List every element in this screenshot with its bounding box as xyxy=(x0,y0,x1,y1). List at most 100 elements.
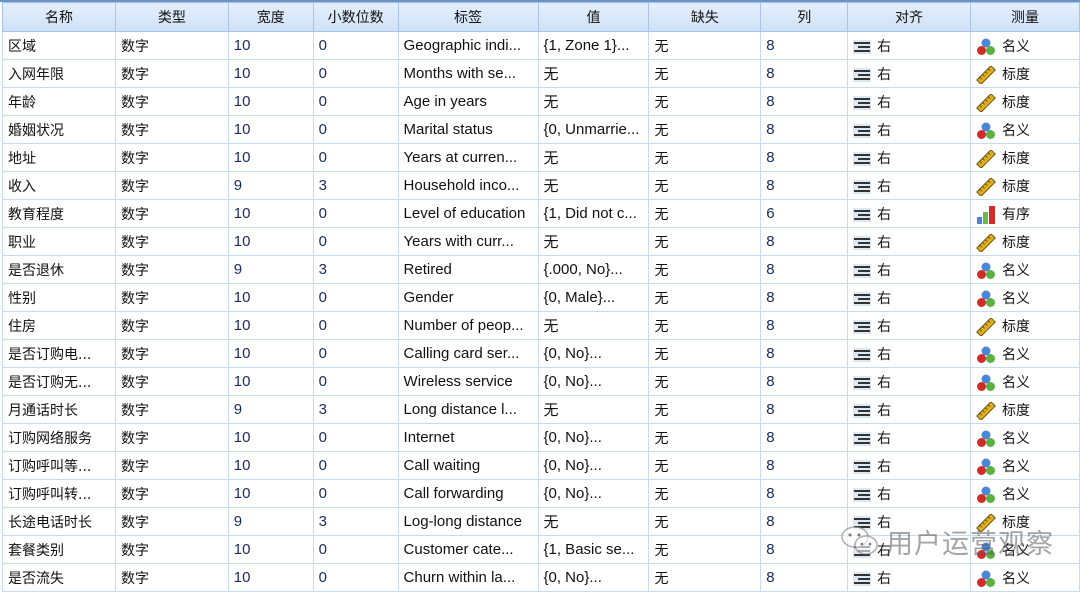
cell-measure[interactable]: 标度 xyxy=(970,227,1080,256)
cell-measure[interactable]: 有序 xyxy=(970,199,1080,228)
cell-type[interactable]: 数字 xyxy=(114,339,229,368)
cell-type[interactable]: 数字 xyxy=(114,423,229,452)
cell-align[interactable]: 右 xyxy=(847,339,971,368)
cell-align[interactable]: 右 xyxy=(847,255,971,284)
cell-name[interactable]: 入网年限 xyxy=(2,59,116,88)
cell-label[interactable]: Call forwarding xyxy=(397,479,539,508)
cell-values[interactable]: 无 xyxy=(537,311,650,340)
cell-measure[interactable]: 名义 xyxy=(970,31,1080,60)
cell-decimals[interactable]: 0 xyxy=(312,535,399,564)
cell-decimals[interactable]: 0 xyxy=(312,199,399,228)
cell-width[interactable]: 10 xyxy=(227,479,314,508)
cell-values[interactable]: {1, Zone 1}... xyxy=(537,31,650,60)
cell-decimals[interactable]: 0 xyxy=(312,31,399,60)
cell-missing[interactable]: 无 xyxy=(648,31,762,60)
cell-type[interactable]: 数字 xyxy=(114,31,229,60)
cell-columns[interactable]: 8 xyxy=(760,563,849,592)
cell-values[interactable]: {0, No}... xyxy=(537,423,650,452)
cell-name[interactable]: 住房 xyxy=(2,311,116,340)
cell-values[interactable]: 无 xyxy=(537,227,650,256)
header-missing[interactable]: 缺失 xyxy=(648,2,762,32)
cell-label[interactable]: Wireless service xyxy=(397,367,539,396)
cell-width[interactable]: 9 xyxy=(227,171,314,200)
cell-decimals[interactable]: 0 xyxy=(312,339,399,368)
cell-align[interactable]: 右 xyxy=(847,171,971,200)
cell-values[interactable]: 无 xyxy=(537,171,650,200)
header-name[interactable]: 名称 xyxy=(2,2,116,32)
cell-width[interactable]: 10 xyxy=(227,87,314,116)
cell-name[interactable]: 长途电话时长 xyxy=(2,507,116,536)
cell-name[interactable]: 年龄 xyxy=(2,87,116,116)
cell-columns[interactable]: 8 xyxy=(760,143,849,172)
cell-label[interactable]: Churn within la... xyxy=(397,563,539,592)
cell-name[interactable]: 订购网络服务 xyxy=(2,423,116,452)
cell-decimals[interactable]: 0 xyxy=(312,311,399,340)
cell-name[interactable]: 订购呼叫等... xyxy=(2,451,116,480)
cell-width[interactable]: 10 xyxy=(227,199,314,228)
cell-decimals[interactable]: 3 xyxy=(312,255,399,284)
cell-label[interactable]: Number of peop... xyxy=(397,311,539,340)
cell-width[interactable]: 10 xyxy=(227,31,314,60)
cell-align[interactable]: 右 xyxy=(847,479,971,508)
cell-label[interactable]: Geographic indi... xyxy=(397,31,539,60)
cell-label[interactable]: Long distance l... xyxy=(397,395,539,424)
cell-missing[interactable]: 无 xyxy=(648,87,762,116)
cell-values[interactable]: 无 xyxy=(537,395,650,424)
cell-decimals[interactable]: 0 xyxy=(312,87,399,116)
cell-values[interactable]: {0, Male}... xyxy=(537,283,650,312)
cell-align[interactable]: 右 xyxy=(847,143,971,172)
cell-missing[interactable]: 无 xyxy=(648,171,762,200)
header-align[interactable]: 对齐 xyxy=(847,2,971,32)
cell-width[interactable]: 10 xyxy=(227,423,314,452)
cell-width[interactable]: 10 xyxy=(227,143,314,172)
cell-measure[interactable]: 名义 xyxy=(970,535,1080,564)
cell-columns[interactable]: 8 xyxy=(760,311,849,340)
cell-label[interactable]: Household inco... xyxy=(397,171,539,200)
cell-columns[interactable]: 8 xyxy=(760,59,849,88)
cell-type[interactable]: 数字 xyxy=(114,507,229,536)
cell-measure[interactable]: 标度 xyxy=(970,143,1080,172)
cell-missing[interactable]: 无 xyxy=(648,451,762,480)
cell-align[interactable]: 右 xyxy=(847,199,971,228)
cell-name[interactable]: 是否订购无... xyxy=(2,367,116,396)
cell-type[interactable]: 数字 xyxy=(114,395,229,424)
cell-measure[interactable]: 标度 xyxy=(970,507,1080,536)
cell-width[interactable]: 10 xyxy=(227,227,314,256)
cell-decimals[interactable]: 0 xyxy=(312,143,399,172)
cell-width[interactable]: 10 xyxy=(227,367,314,396)
cell-missing[interactable]: 无 xyxy=(648,59,762,88)
cell-missing[interactable]: 无 xyxy=(648,227,762,256)
cell-values[interactable]: {0, No}... xyxy=(537,451,650,480)
cell-values[interactable]: {1, Did not c... xyxy=(537,199,650,228)
cell-width[interactable]: 9 xyxy=(227,255,314,284)
cell-name[interactable]: 收入 xyxy=(2,171,116,200)
cell-type[interactable]: 数字 xyxy=(114,87,229,116)
cell-type[interactable]: 数字 xyxy=(114,255,229,284)
cell-type[interactable]: 数字 xyxy=(114,535,229,564)
cell-align[interactable]: 右 xyxy=(847,423,971,452)
cell-width[interactable]: 10 xyxy=(227,311,314,340)
header-label[interactable]: 标签 xyxy=(397,2,539,32)
cell-values[interactable]: {0, Unmarrie... xyxy=(537,115,650,144)
cell-decimals[interactable]: 0 xyxy=(312,283,399,312)
cell-width[interactable]: 10 xyxy=(227,115,314,144)
cell-type[interactable]: 数字 xyxy=(114,143,229,172)
cell-name[interactable]: 区域 xyxy=(2,31,116,60)
cell-width[interactable]: 9 xyxy=(227,507,314,536)
cell-values[interactable]: 无 xyxy=(537,143,650,172)
cell-align[interactable]: 右 xyxy=(847,507,971,536)
cell-measure[interactable]: 标度 xyxy=(970,395,1080,424)
cell-values[interactable]: 无 xyxy=(537,59,650,88)
cell-label[interactable]: Customer cate... xyxy=(397,535,539,564)
cell-decimals[interactable]: 0 xyxy=(312,423,399,452)
cell-label[interactable]: Years at curren... xyxy=(397,143,539,172)
cell-decimals[interactable]: 0 xyxy=(312,115,399,144)
header-columns[interactable]: 列 xyxy=(760,2,849,32)
cell-label[interactable]: Internet xyxy=(397,423,539,452)
cell-type[interactable]: 数字 xyxy=(114,59,229,88)
cell-name[interactable]: 地址 xyxy=(2,143,116,172)
cell-measure[interactable]: 名义 xyxy=(970,367,1080,396)
cell-missing[interactable]: 无 xyxy=(648,507,762,536)
cell-label[interactable]: Years with curr... xyxy=(397,227,539,256)
cell-missing[interactable]: 无 xyxy=(648,563,762,592)
